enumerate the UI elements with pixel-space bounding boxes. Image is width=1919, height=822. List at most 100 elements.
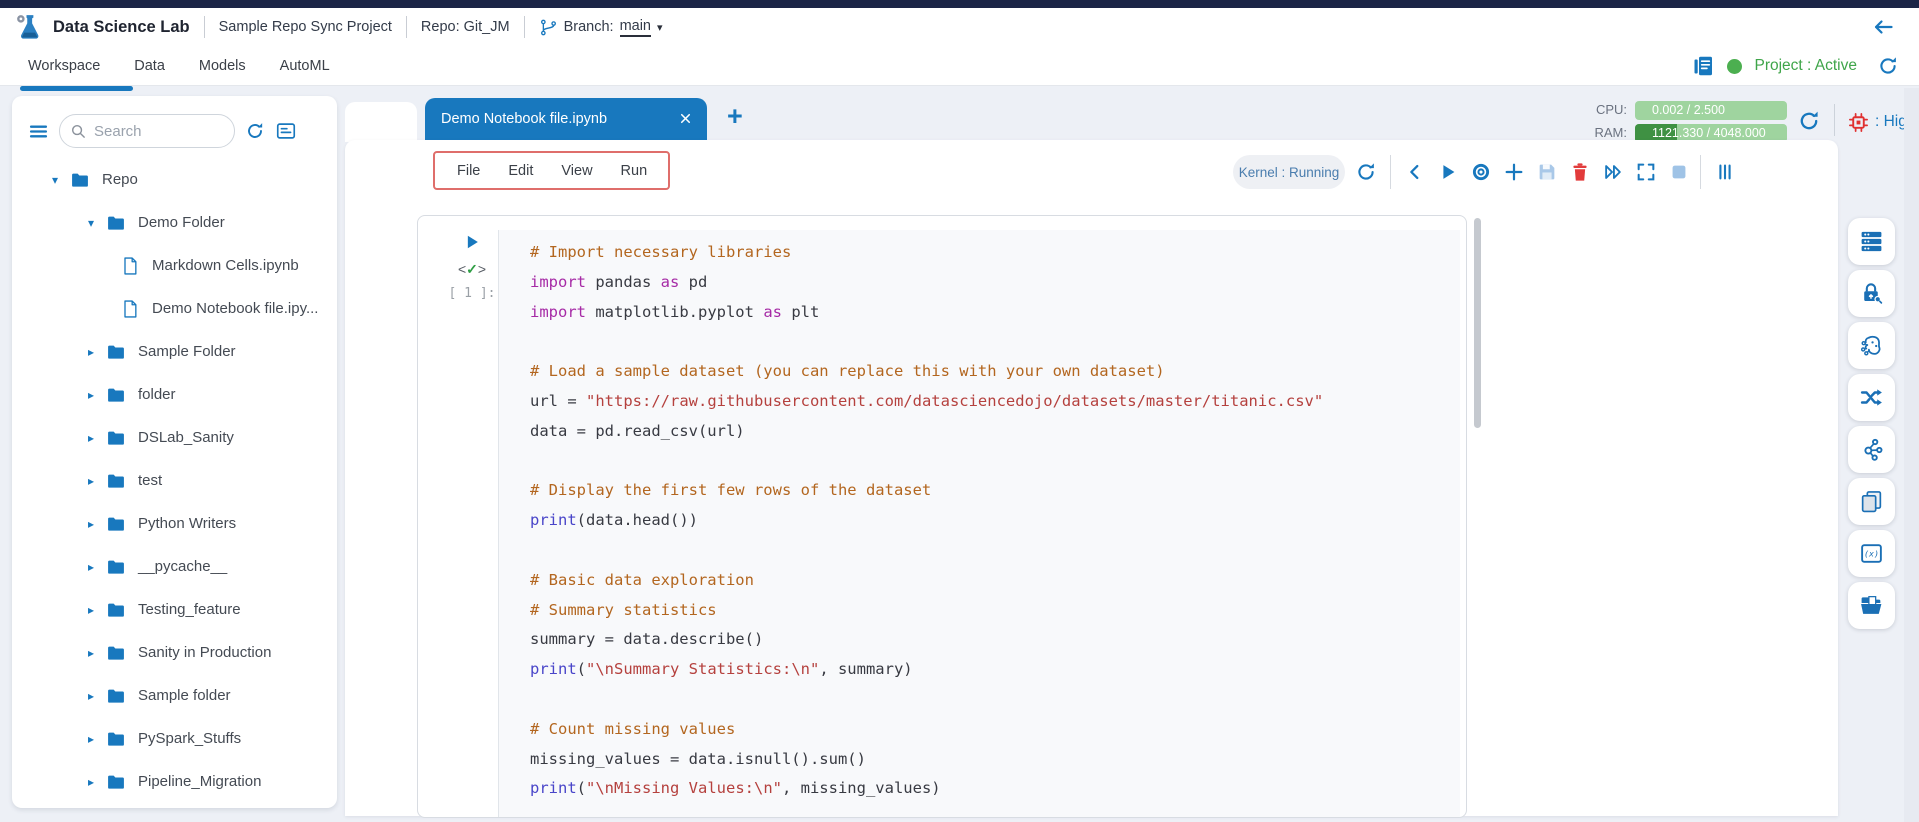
folder-icon (70, 170, 90, 190)
tree-folder-folder[interactable]: ▸ folder (12, 373, 337, 416)
resources-refresh-button[interactable] (1797, 109, 1821, 133)
tree-folder-sample-folder[interactable]: ▸Sample Folder (12, 330, 337, 373)
tree-folder-sample-folder[interactable]: ▸Sample folder (12, 674, 337, 717)
back-button[interactable] (1871, 15, 1895, 39)
folder-icon (106, 471, 126, 491)
tree-item-label: folder (138, 386, 176, 403)
status-dot (1727, 59, 1742, 74)
code-line: # Count missing values (530, 715, 1460, 745)
kernel-status-pill[interactable]: Kernel : Running (1233, 155, 1345, 189)
tree-folder-sanity-in-production[interactable]: ▸Sanity in Production (12, 631, 337, 674)
sidebar-menu-button[interactable] (28, 121, 49, 142)
nav-tab-automl[interactable]: AutoML (280, 58, 330, 74)
network-rail-button[interactable] (1848, 426, 1895, 473)
play-button[interactable] (1437, 161, 1459, 183)
plus-icon (1503, 161, 1525, 183)
right-panel-edge (1904, 88, 1919, 822)
branch-selector[interactable]: Branch: main ▾ (539, 18, 663, 37)
fast-forward-button[interactable] (1602, 161, 1624, 183)
kernel-refresh-button[interactable] (1355, 161, 1377, 183)
chevron-right-icon[interactable]: ▸ (84, 732, 98, 746)
project-logs-button[interactable] (1691, 54, 1715, 78)
stop-button[interactable] (1668, 161, 1690, 183)
tree-item-label: Testing_feature (138, 601, 241, 618)
open-folder-rail-button[interactable] (1848, 582, 1895, 629)
tree-file-demo-notebook-file-ipy[interactable]: Demo Notebook file.ipy... (12, 287, 337, 330)
save-button[interactable] (1536, 161, 1558, 183)
chevron-down-icon[interactable]: ▾ (84, 216, 98, 230)
console-panel-icon (275, 120, 297, 142)
nav-tab-workspace[interactable]: Workspace (28, 58, 100, 74)
cpu-usage-value: 0.002 / 2.500 (1635, 101, 1787, 120)
chevron-right-icon[interactable]: ▸ (84, 775, 98, 789)
server-rail-button[interactable] (1848, 218, 1895, 265)
search-box[interactable] (59, 114, 235, 148)
chevron-right-icon[interactable]: ▸ (84, 689, 98, 703)
new-tab-button[interactable]: + (727, 103, 743, 130)
code-line (530, 447, 1460, 477)
check-icon: ✓ (466, 261, 478, 277)
tree-folder-testing-feature[interactable]: ▸ Testing_feature (12, 588, 337, 631)
nav-tab-models[interactable]: Models (199, 58, 246, 74)
tree-folder-test[interactable]: ▸test (12, 459, 337, 502)
copy-icon (1859, 489, 1884, 514)
tree-folder-pycache[interactable]: ▸__pycache__ (12, 545, 337, 588)
tree-folder-pyspark-stuffs[interactable]: ▸PySpark_Stuffs (12, 717, 337, 760)
run-cell-button[interactable] (446, 232, 498, 252)
chevron-right-icon[interactable]: ▸ (84, 560, 98, 574)
folder-icon (106, 600, 126, 620)
code-line: # Import necessary libraries (530, 238, 1460, 268)
fullscreen-button[interactable] (1635, 161, 1657, 183)
open-folder-icon (1859, 593, 1884, 618)
notebook-cell[interactable]: <✓> [ 1 ]: # Import necessary librariesi… (417, 215, 1467, 818)
ai-brain-rail-button[interactable] (1848, 322, 1895, 369)
code-line: import matplotlib.pyplot as plt (530, 298, 1460, 328)
menu-run[interactable]: Run (621, 163, 648, 179)
tree-folder-demo-folder[interactable]: ▾Demo Folder (12, 201, 337, 244)
tree-folder-pipeline-migration[interactable]: ▸Pipeline_Migration (12, 760, 337, 803)
chevron-down-icon[interactable]: ▾ (48, 173, 62, 187)
menu-file[interactable]: File (457, 163, 480, 179)
chevron-right-icon[interactable]: ▸ (84, 603, 98, 617)
notebook-tab[interactable]: Demo Notebook file.ipynb (425, 98, 707, 140)
tree-folder-dslab-sanity[interactable]: ▸DSLab_Sanity (12, 416, 337, 459)
header-divider (204, 16, 205, 38)
ram-label: RAM: (1582, 125, 1627, 140)
code-window-rail-button[interactable] (1848, 530, 1895, 577)
copy-rail-button[interactable] (1848, 478, 1895, 525)
search-input[interactable] (94, 123, 214, 140)
plus-button[interactable] (1503, 161, 1525, 183)
tab-close-button[interactable] (678, 110, 693, 128)
chevron-right-icon[interactable]: ▸ (84, 388, 98, 402)
refresh-icon (245, 121, 265, 141)
tree-folder-repo[interactable]: ▾Repo (12, 158, 337, 201)
cell-code-editor[interactable]: # Import necessary librariesimport panda… (498, 230, 1460, 817)
tree-folder-python-writers[interactable]: ▸Python Writers (12, 502, 337, 545)
chevron-right-icon[interactable]: ▸ (84, 646, 98, 660)
git-branch-icon (539, 18, 558, 37)
project-refresh-button[interactable] (1877, 55, 1899, 77)
lock-key-rail-button[interactable] (1848, 270, 1895, 317)
code-line: print("\nSummary Statistics:\n", summary… (530, 655, 1460, 685)
divider (1834, 104, 1835, 136)
chevron-right-icon[interactable]: ▸ (84, 517, 98, 531)
shuffle-rail-button[interactable] (1848, 374, 1895, 421)
chevron-right-icon[interactable]: ▸ (84, 431, 98, 445)
chevron-left-button[interactable] (1404, 161, 1426, 183)
terminal-panel-button[interactable] (275, 120, 297, 142)
stop-icon (1668, 161, 1690, 183)
notebook-scrollbar[interactable] (1474, 218, 1481, 428)
repo-label: Repo: Git_JM (421, 19, 510, 35)
chevron-right-icon[interactable]: ▸ (84, 474, 98, 488)
trash-button[interactable] (1569, 161, 1591, 183)
menu-edit[interactable]: Edit (508, 163, 533, 179)
layout-columns-button[interactable] (1714, 161, 1736, 183)
tree-refresh-button[interactable] (245, 121, 265, 141)
menu-view[interactable]: View (561, 163, 592, 179)
bullseye-button[interactable] (1470, 161, 1492, 183)
branch-name[interactable]: main (620, 18, 651, 37)
tree-file-markdown-cells-ipynb[interactable]: Markdown Cells.ipynb (12, 244, 337, 287)
chevron-right-icon[interactable]: ▸ (84, 345, 98, 359)
play-icon (462, 232, 482, 252)
nav-tab-data[interactable]: Data (134, 58, 165, 74)
